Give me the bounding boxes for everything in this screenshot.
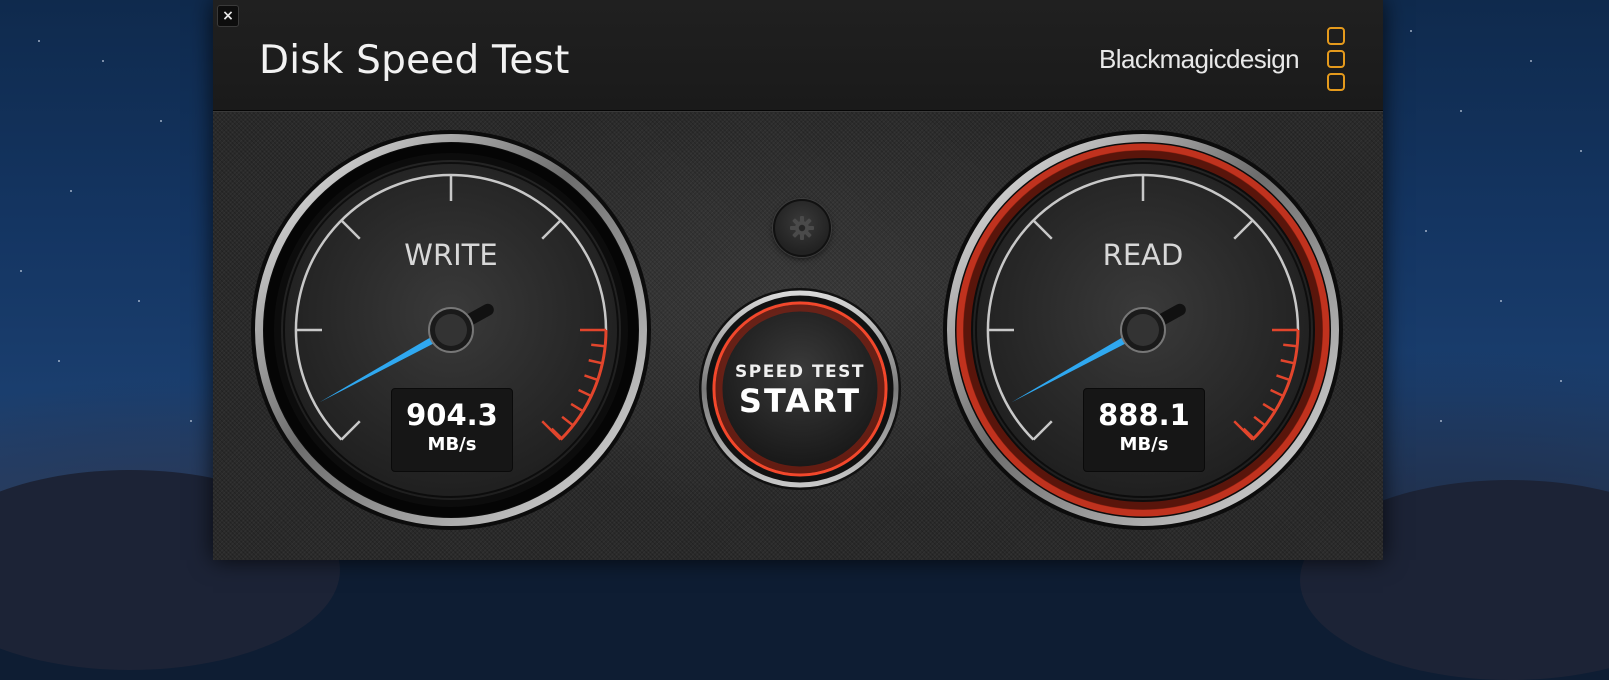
write-speed-value: 904.3 bbox=[406, 398, 498, 432]
write-readout: 904.3 MB/s bbox=[391, 388, 513, 472]
start-button[interactable]: SPEED TEST START bbox=[697, 286, 903, 492]
read-readout: 888.1 MB/s bbox=[1083, 388, 1205, 472]
start-button-label: START bbox=[738, 382, 862, 420]
write-speed-unit: MB/s bbox=[427, 434, 477, 455]
read-gauge-label: READ bbox=[1102, 238, 1184, 272]
settings-button[interactable] bbox=[773, 199, 831, 257]
write-gauge: WRITE 904.3 MB/s bbox=[250, 129, 652, 531]
blackmagic-logo-icon bbox=[1327, 27, 1345, 91]
disk-speed-test-window: × Disk Speed Test Blackmagicdesign WRITE… bbox=[213, 0, 1383, 560]
write-gauge-label: WRITE bbox=[404, 238, 498, 272]
close-icon[interactable]: × bbox=[217, 5, 239, 27]
title-bar: × Disk Speed Test Blackmagicdesign bbox=[213, 0, 1383, 111]
read-speed-unit: MB/s bbox=[1119, 434, 1169, 455]
gear-icon bbox=[790, 216, 814, 240]
app-title: Disk Speed Test bbox=[259, 38, 570, 83]
start-button-caption: SPEED TEST bbox=[734, 362, 865, 382]
gauge-panel: WRITE 904.3 MB/s SPEED TEST START READ 8… bbox=[213, 111, 1383, 560]
read-speed-value: 888.1 bbox=[1098, 398, 1190, 432]
read-gauge: READ 888.1 MB/s bbox=[942, 129, 1344, 531]
brand-name: Blackmagicdesign bbox=[1099, 44, 1300, 74]
